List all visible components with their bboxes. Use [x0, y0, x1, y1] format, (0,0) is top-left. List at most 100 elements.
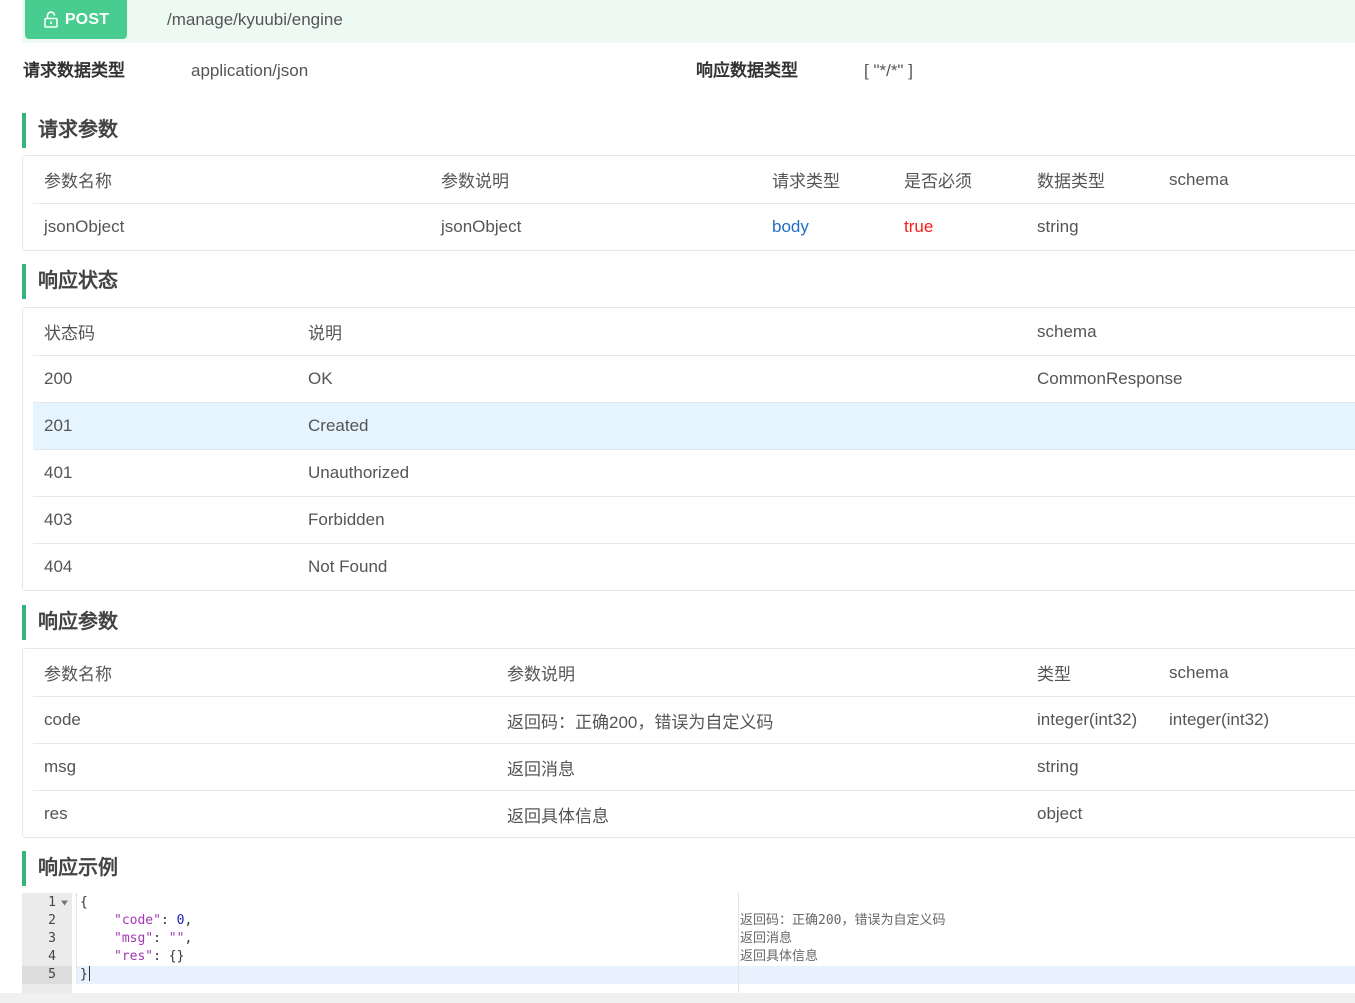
param-schema: integer(int32): [1169, 710, 1270, 729]
table-row: 403 Forbidden: [33, 496, 1355, 543]
request-params-table: 参数名称 参数说明 请求类型 是否必须 数据类型 schema jsonObje…: [22, 155, 1355, 251]
column-header: 参数名称: [44, 665, 112, 684]
code-text: "msg": "",: [77, 930, 192, 948]
table-row: 404 Not Found: [33, 543, 1355, 590]
table-row: 200 OK CommonResponse: [33, 355, 1355, 402]
chevron-down-icon[interactable]: [61, 900, 68, 906]
param-name: jsonObject: [44, 217, 125, 236]
response-example-editor[interactable]: 1 2 3 4 5 { "code": 0, 返回码：正确200，错误为自定义码…: [22, 893, 1355, 993]
code-token: :: [153, 931, 169, 946]
response-status-table: 状态码 说明 schema 200 OK CommonResponse 201 …: [22, 307, 1355, 591]
code-token: :: [153, 949, 169, 964]
column-header: 参数名称: [44, 172, 112, 191]
horizontal-scrollbar[interactable]: [0, 993, 1355, 1003]
editor-gutter: 1 2 3 4 5: [22, 893, 72, 993]
line-number: 2: [22, 912, 72, 930]
column-header: 参数说明: [507, 665, 575, 684]
param-name: res: [44, 804, 68, 823]
line-number: 4: [22, 948, 72, 966]
code-text: {: [77, 894, 88, 912]
code-token: }: [80, 967, 88, 982]
status-description: Forbidden: [308, 510, 385, 529]
http-method-label: POST: [64, 10, 110, 28]
code-token: ,: [184, 931, 193, 946]
line-number-text: 1: [48, 895, 56, 910]
param-in: body: [772, 217, 809, 236]
endpoint-bar: POST /manage/kyuubi/engine: [22, 0, 1355, 43]
table-row: code 返回码：正确200，错误为自定义码 integer(int32) in…: [33, 696, 1355, 743]
param-description: jsonObject: [441, 217, 522, 236]
section-title-request-params: 请求参数: [22, 113, 118, 148]
section-title-response-status: 响应状态: [22, 264, 118, 299]
column-header: 数据类型: [1037, 172, 1105, 191]
print-margin-divider: [738, 893, 739, 993]
request-content-type-value: application/json: [191, 61, 309, 80]
column-header: schema: [1169, 662, 1229, 682]
status-description: Created: [308, 416, 369, 435]
table-row: 401 Unauthorized: [33, 449, 1355, 496]
http-method-badge: POST: [25, 0, 127, 39]
response-content-type-label: 响应数据类型: [696, 61, 798, 80]
json-key: "code": [114, 913, 161, 928]
code-line: {: [77, 894, 1355, 912]
param-type: string: [1037, 217, 1079, 236]
param-description: 返回具体信息: [507, 806, 609, 826]
json-value: "": [168, 931, 185, 946]
table-row: res 返回具体信息 object: [33, 790, 1355, 837]
column-header: schema: [1037, 321, 1097, 341]
status-description: Unauthorized: [308, 463, 410, 482]
line-number-active: 5: [22, 966, 72, 984]
code-token: {: [80, 895, 88, 910]
line-number: 3: [22, 930, 72, 948]
param-type: integer(int32): [1037, 710, 1138, 729]
status-description: OK: [308, 369, 333, 388]
table-row: jsonObject jsonObject body true string: [33, 203, 1355, 250]
json-key: "msg": [114, 931, 154, 946]
param-required: true: [904, 217, 934, 236]
code-comment: 返回具体信息: [740, 949, 819, 964]
param-description: 返回码：正确200，错误为自定义码: [507, 712, 774, 732]
code-token: ,: [184, 913, 193, 928]
status-code: 200: [44, 369, 73, 388]
status-code: 401: [44, 463, 73, 482]
table-header-row: 参数名称 参数说明 类型 schema: [33, 649, 1355, 696]
param-type: string: [1037, 757, 1079, 776]
code-text: "res": {}: [77, 948, 184, 966]
column-header: 类型: [1037, 665, 1071, 684]
code-text: }: [77, 966, 90, 984]
request-content-type-label: 请求数据类型: [23, 61, 125, 80]
section-title-response-example: 响应示例: [22, 851, 118, 886]
column-header: 说明: [308, 324, 342, 343]
code-line: "res": {} 返回具体信息: [77, 948, 1355, 966]
column-header: 参数说明: [441, 172, 509, 191]
line-number-text: 5: [48, 967, 56, 982]
unlock-icon: [43, 11, 59, 28]
code-text: "code": 0,: [77, 912, 192, 930]
column-header: 是否必须: [904, 172, 972, 191]
json-key: "res": [114, 949, 154, 964]
status-description: Not Found: [308, 557, 388, 576]
param-type: object: [1037, 804, 1083, 823]
json-value: {}: [168, 949, 185, 964]
status-code: 404: [44, 557, 73, 576]
table-header-row: 状态码 说明 schema: [33, 308, 1355, 355]
table-row: msg 返回消息 string: [33, 743, 1355, 790]
code-line-active: }: [77, 966, 1355, 984]
status-code: 403: [44, 510, 73, 529]
text-cursor: [88, 966, 90, 981]
status-code: 201: [44, 416, 73, 435]
column-header: 状态码: [44, 324, 95, 343]
column-header: 请求类型: [772, 172, 840, 191]
response-params-table: 参数名称 参数说明 类型 schema code 返回码：正确200，错误为自定…: [22, 648, 1355, 838]
param-name: msg: [44, 757, 77, 776]
section-title-response-params: 响应参数: [22, 605, 118, 640]
line-number-text: 2: [48, 913, 56, 928]
table-row: 201 Created: [33, 402, 1355, 449]
code-token: :: [160, 913, 177, 928]
line-number-text: 4: [48, 949, 56, 964]
line-number-text: 3: [48, 931, 56, 946]
param-name: code: [44, 710, 81, 729]
code-comment: 返回码：正确200，错误为自定义码: [740, 913, 946, 928]
response-content-type-value: [ "*/*" ]: [864, 61, 913, 80]
line-number: 1: [22, 894, 72, 912]
